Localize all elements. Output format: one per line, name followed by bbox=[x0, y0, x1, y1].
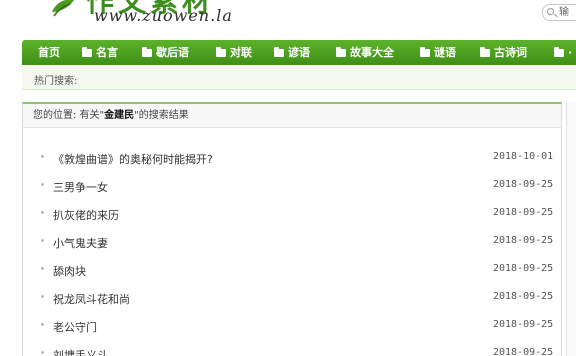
breadcrumb: 您的位置: 有关"金建民"的搜索结果 bbox=[23, 104, 561, 128]
result-date: 2018-09-25 bbox=[493, 347, 554, 356]
nav-item-xiehouyu[interactable]: 歇后语 bbox=[142, 40, 189, 65]
result-title-link[interactable]: 三男争一女 bbox=[53, 179, 108, 195]
nav-item-poems[interactable]: 古诗词 bbox=[480, 40, 527, 65]
bullet-icon bbox=[41, 155, 44, 158]
list-item: 老公守门 2018-09-25 bbox=[23, 316, 561, 336]
bullet-icon bbox=[41, 295, 44, 298]
breadcrumb-keyword: 金建民 bbox=[104, 110, 135, 121]
result-title-link[interactable]: 刘墉手义斗 bbox=[53, 347, 108, 356]
nav-item-label: 名言 bbox=[96, 46, 118, 59]
nav-item-label: 故事大全 bbox=[350, 46, 394, 59]
nav-item-proverbs[interactable]: 谚语 bbox=[274, 40, 310, 65]
result-date: 2018-09-25 bbox=[493, 207, 554, 218]
nav-item-label: 谜语 bbox=[434, 46, 456, 59]
result-date: 2018-09-25 bbox=[493, 235, 554, 246]
list-item: 小气鬼夫妻 2018-09-25 bbox=[23, 232, 561, 252]
nav-item-label: 对联 bbox=[230, 46, 252, 59]
leaf-logo-icon bbox=[52, 0, 74, 17]
nav-item-couplets[interactable]: 对联 bbox=[216, 40, 252, 65]
sidebar-edge bbox=[566, 102, 576, 356]
result-title-link[interactable]: 扒灰佬的来历 bbox=[53, 207, 119, 223]
nav-item-stories[interactable]: 故事大全 bbox=[336, 40, 394, 65]
list-item: 扒灰佬的来历 2018-09-25 bbox=[23, 204, 561, 224]
result-date: 2018-10-01 bbox=[493, 151, 554, 162]
bullet-icon bbox=[41, 351, 44, 354]
search-input[interactable]: 输 bbox=[542, 4, 576, 21]
result-date: 2018-09-25 bbox=[493, 263, 554, 274]
nav-item-label: 古诗词 bbox=[494, 46, 527, 59]
bullet-icon bbox=[41, 267, 44, 270]
logo-url: www.zuowen.la bbox=[94, 6, 233, 25]
nav-item-riddles[interactable]: 谜语 bbox=[420, 40, 456, 65]
search-input-value: 输 bbox=[559, 7, 569, 18]
hot-search-bar: 热门搜索: bbox=[22, 65, 576, 90]
search-icon bbox=[547, 8, 554, 15]
folder-icon bbox=[420, 46, 430, 57]
result-title-link[interactable]: 舔肉块 bbox=[53, 263, 86, 279]
list-item: 《敦煌曲谱》的奥秘何时能揭开? 2018-10-01 bbox=[23, 148, 561, 168]
folder-icon bbox=[554, 46, 564, 57]
folder-icon bbox=[336, 46, 346, 57]
list-item: 三男争一女 2018-09-25 bbox=[23, 176, 561, 196]
site-logo[interactable]: 作文素材 www.zuowen.la bbox=[22, 0, 232, 38]
folder-icon bbox=[216, 46, 226, 57]
nav-item-more[interactable]: · bbox=[554, 40, 572, 65]
nav-item-label: 首页 bbox=[38, 46, 60, 59]
result-title-link[interactable]: 《敦煌曲谱》的奥秘何时能揭开? bbox=[53, 151, 213, 167]
result-title-link[interactable]: 小气鬼夫妻 bbox=[53, 235, 108, 251]
folder-icon bbox=[82, 46, 92, 57]
list-item: 舔肉块 2018-09-25 bbox=[23, 260, 561, 280]
folder-icon bbox=[142, 46, 152, 57]
result-date: 2018-09-25 bbox=[493, 291, 554, 302]
breadcrumb-prefix: 您的位置: 有关" bbox=[33, 110, 105, 121]
search-results-panel: 您的位置: 有关"金建民"的搜索结果 《敦煌曲谱》的奥秘何时能揭开? 2018-… bbox=[22, 102, 562, 356]
folder-icon bbox=[480, 46, 490, 57]
nav-item-label: 歇后语 bbox=[156, 46, 189, 59]
list-item: 祝龙凤斗花和尚 2018-09-25 bbox=[23, 288, 561, 308]
nav-item-home[interactable]: 首页 bbox=[38, 40, 60, 65]
result-title-link[interactable]: 祝龙凤斗花和尚 bbox=[53, 291, 130, 307]
nav-item-label: · bbox=[568, 46, 573, 59]
bullet-icon bbox=[41, 239, 44, 242]
site-header: 作文素材 www.zuowen.la bbox=[0, 0, 576, 38]
hot-search-label: 热门搜索: bbox=[34, 76, 78, 87]
result-date: 2018-09-25 bbox=[493, 319, 554, 330]
result-title-link[interactable]: 老公守门 bbox=[53, 319, 97, 335]
folder-icon bbox=[274, 46, 284, 57]
nav-item-quotes[interactable]: 名言 bbox=[82, 40, 118, 65]
bullet-icon bbox=[41, 323, 44, 326]
bullet-icon bbox=[41, 211, 44, 214]
result-date: 2018-09-25 bbox=[493, 179, 554, 190]
nav-item-label: 谚语 bbox=[288, 46, 310, 59]
breadcrumb-suffix: "的搜索结果 bbox=[134, 110, 189, 121]
list-item: 刘墉手义斗 2018-09-25 bbox=[23, 344, 561, 356]
main-nav: 首页 名言 歇后语 对联 谚语 故事大全 谜语 古诗词 · bbox=[22, 40, 576, 65]
bullet-icon bbox=[41, 183, 44, 186]
